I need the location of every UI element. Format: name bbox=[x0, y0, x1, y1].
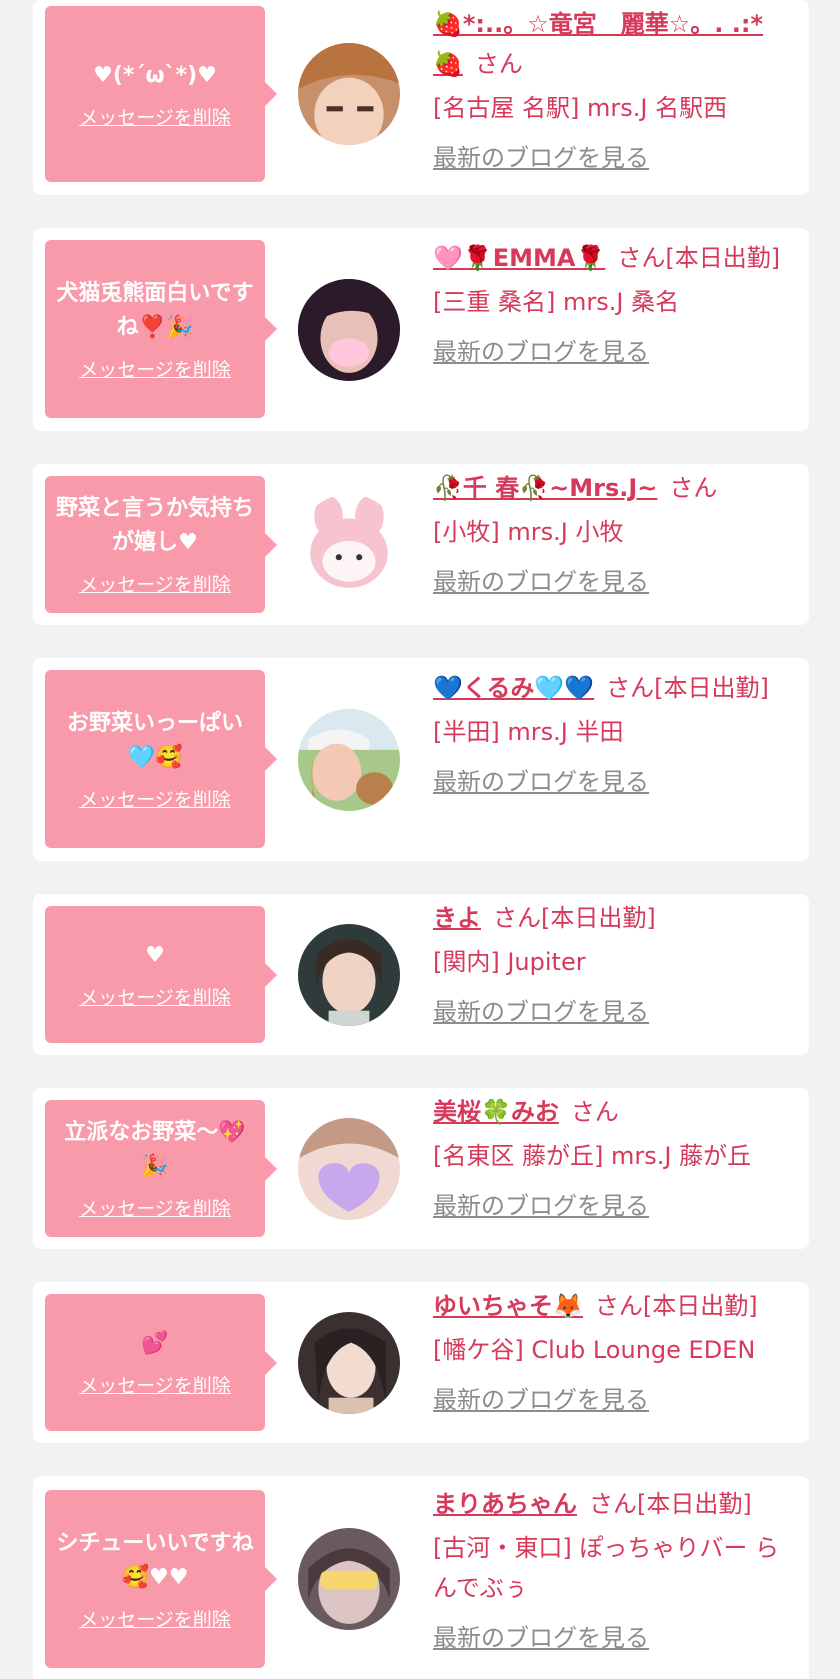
avatar[interactable] bbox=[298, 279, 400, 381]
avatar[interactable] bbox=[298, 494, 400, 596]
delete-message-link[interactable]: メッセージを削除 bbox=[79, 1194, 231, 1221]
shop-info: [小牧] mrs.J 小牧 bbox=[433, 518, 624, 546]
avatar[interactable] bbox=[298, 1118, 400, 1220]
honorific: さん bbox=[606, 674, 655, 702]
status-label: [本日出勤] bbox=[654, 674, 769, 702]
avatar[interactable] bbox=[298, 709, 400, 811]
status-label: [本日出勤] bbox=[541, 904, 656, 932]
message-card: ♥(*´ω`*)♥ メッセージを削除 🍓*:..。☆竜宮 麗華☆。. .:*🍓 さ… bbox=[33, 0, 809, 195]
view-latest-blog-link[interactable]: 最新のブログを見る bbox=[433, 332, 789, 372]
message-list: ♥(*´ω`*)♥ メッセージを削除 🍓*:..。☆竜宮 麗華☆。. .:*🍓 さ… bbox=[0, 0, 840, 1679]
shop-info: [関内] Jupiter bbox=[433, 948, 586, 976]
avatar[interactable] bbox=[298, 43, 400, 145]
view-latest-blog-link[interactable]: 最新のブログを見る bbox=[433, 1618, 789, 1658]
message-card: 犬猫兎熊面白いですね❣️🎉 メッセージを削除 🩷🌹EMMA🌹 さん[本日出勤] [… bbox=[33, 228, 809, 431]
delete-message-link[interactable]: メッセージを削除 bbox=[79, 355, 231, 382]
message-bubble: ♥(*´ω`*)♥ メッセージを削除 bbox=[45, 6, 277, 182]
shop-info: [名東区 藤が丘] mrs.J 藤が丘 bbox=[433, 1142, 752, 1170]
avatar-image bbox=[298, 494, 400, 596]
message-text: お野菜いっーぱい🩵🥰 bbox=[66, 710, 243, 770]
cast-name-link[interactable]: 🩷🌹EMMA🌹 bbox=[433, 244, 605, 272]
avatar-image bbox=[298, 924, 400, 1026]
shop-info: [名古屋 名駅] mrs.J 名駅西 bbox=[433, 94, 728, 122]
avatar-image bbox=[298, 279, 400, 381]
avatar-image bbox=[298, 709, 400, 811]
honorific: さん bbox=[589, 1490, 637, 1518]
message-card: 野菜と言うか気持ちが嬉し♥ メッセージを削除 🥀千 春🥀~Mrs.J~ さん [小… bbox=[33, 464, 809, 625]
message-text: 野菜と言うか気持ちが嬉し♥ bbox=[55, 496, 254, 555]
message-text: シチューいいですね🥰♥♥ bbox=[56, 1530, 254, 1590]
cast-name-link[interactable]: きよ bbox=[433, 904, 481, 932]
avatar[interactable] bbox=[298, 924, 400, 1026]
view-latest-blog-link[interactable]: 最新のブログを見る bbox=[433, 992, 789, 1032]
delete-message-link[interactable]: メッセージを削除 bbox=[79, 983, 231, 1010]
message-text: 犬猫兎熊面白いですね❣️🎉 bbox=[56, 280, 254, 340]
cast-name-link[interactable]: 美桜🍀みお bbox=[433, 1098, 559, 1126]
cast-name-link[interactable]: ゆいちゃそ🦊 bbox=[433, 1292, 583, 1320]
message-bubble: 野菜と言うか気持ちが嬉し♥ メッセージを削除 bbox=[45, 476, 277, 613]
message-text: ♥ bbox=[145, 943, 165, 968]
honorific: さん bbox=[493, 904, 541, 932]
honorific: さん bbox=[474, 50, 523, 78]
status-label: [本日出勤] bbox=[637, 1490, 752, 1518]
shop-info: [三重 桑名] mrs.J 桑名 bbox=[433, 288, 680, 316]
avatar[interactable] bbox=[298, 1528, 400, 1630]
message-bubble: ♥ メッセージを削除 bbox=[45, 906, 277, 1043]
avatar-image bbox=[298, 1118, 400, 1220]
message-bubble: シチューいいですね🥰♥♥ メッセージを削除 bbox=[45, 1490, 277, 1668]
view-latest-blog-link[interactable]: 最新のブログを見る bbox=[433, 562, 789, 602]
shop-info: [幡ケ谷] Club Lounge EDEN bbox=[433, 1336, 756, 1364]
status-label: [本日出勤] bbox=[642, 1292, 758, 1320]
message-card: シチューいいですね🥰♥♥ メッセージを削除 まりあちゃん さん[本日出勤] [古河… bbox=[33, 1476, 809, 1679]
cast-name-link[interactable]: 🥀千 春🥀~Mrs.J~ bbox=[433, 474, 657, 502]
delete-message-link[interactable]: メッセージを削除 bbox=[79, 1371, 231, 1398]
honorific: さん bbox=[594, 1292, 643, 1320]
message-bubble: お野菜いっーぱい🩵🥰 メッセージを削除 bbox=[45, 670, 277, 848]
message-card: お野菜いっーぱい🩵🥰 メッセージを削除 💙くるみ🩵💙 さん[本日出勤] [半田] … bbox=[33, 658, 809, 861]
status-label: [本日出勤] bbox=[665, 244, 781, 272]
delete-message-link[interactable]: メッセージを削除 bbox=[79, 570, 231, 597]
message-text: 💕 bbox=[141, 1331, 169, 1356]
message-text: ♥(*´ω`*)♥ bbox=[93, 62, 217, 88]
delete-message-link[interactable]: メッセージを削除 bbox=[79, 1605, 231, 1632]
message-card: ♥ メッセージを削除 きよ さん[本日出勤] [関内] Jupiter 最新のブロ… bbox=[33, 894, 809, 1055]
message-bubble: 犬猫兎熊面白いですね❣️🎉 メッセージを削除 bbox=[45, 240, 277, 418]
avatar-image bbox=[298, 43, 400, 145]
message-card: 💕 メッセージを削除 ゆいちゃそ🦊 さん[本日出勤] [幡ケ谷] Club Lou… bbox=[33, 1282, 809, 1443]
view-latest-blog-link[interactable]: 最新のブログを見る bbox=[433, 1186, 789, 1226]
cast-name-link[interactable]: まりあちゃん bbox=[433, 1490, 577, 1518]
message-card: 立派なお野菜〜💖🎉 メッセージを削除 美桜🍀みお さん [名東区 藤が丘] mrs… bbox=[33, 1088, 809, 1249]
honorific: さん bbox=[617, 244, 666, 272]
view-latest-blog-link[interactable]: 最新のブログを見る bbox=[433, 138, 789, 178]
delete-message-link[interactable]: メッセージを削除 bbox=[79, 103, 231, 130]
cast-name-link[interactable]: 💙くるみ🩵💙 bbox=[433, 674, 594, 702]
view-latest-blog-link[interactable]: 最新のブログを見る bbox=[433, 762, 789, 802]
message-text: 立派なお野菜〜💖🎉 bbox=[64, 1120, 246, 1179]
avatar[interactable] bbox=[298, 1312, 400, 1414]
delete-message-link[interactable]: メッセージを削除 bbox=[79, 785, 231, 812]
honorific: さん bbox=[570, 1098, 619, 1126]
view-latest-blog-link[interactable]: 最新のブログを見る bbox=[433, 1380, 789, 1420]
shop-info: [古河・東口] ぽっちゃりバー らんでぶぅ bbox=[433, 1534, 779, 1602]
message-bubble: 立派なお野菜〜💖🎉 メッセージを削除 bbox=[45, 1100, 277, 1237]
honorific: さん bbox=[669, 474, 718, 502]
avatar-image bbox=[298, 1528, 400, 1630]
message-bubble: 💕 メッセージを削除 bbox=[45, 1294, 277, 1431]
avatar-image bbox=[298, 1312, 400, 1414]
shop-info: [半田] mrs.J 半田 bbox=[433, 718, 624, 746]
